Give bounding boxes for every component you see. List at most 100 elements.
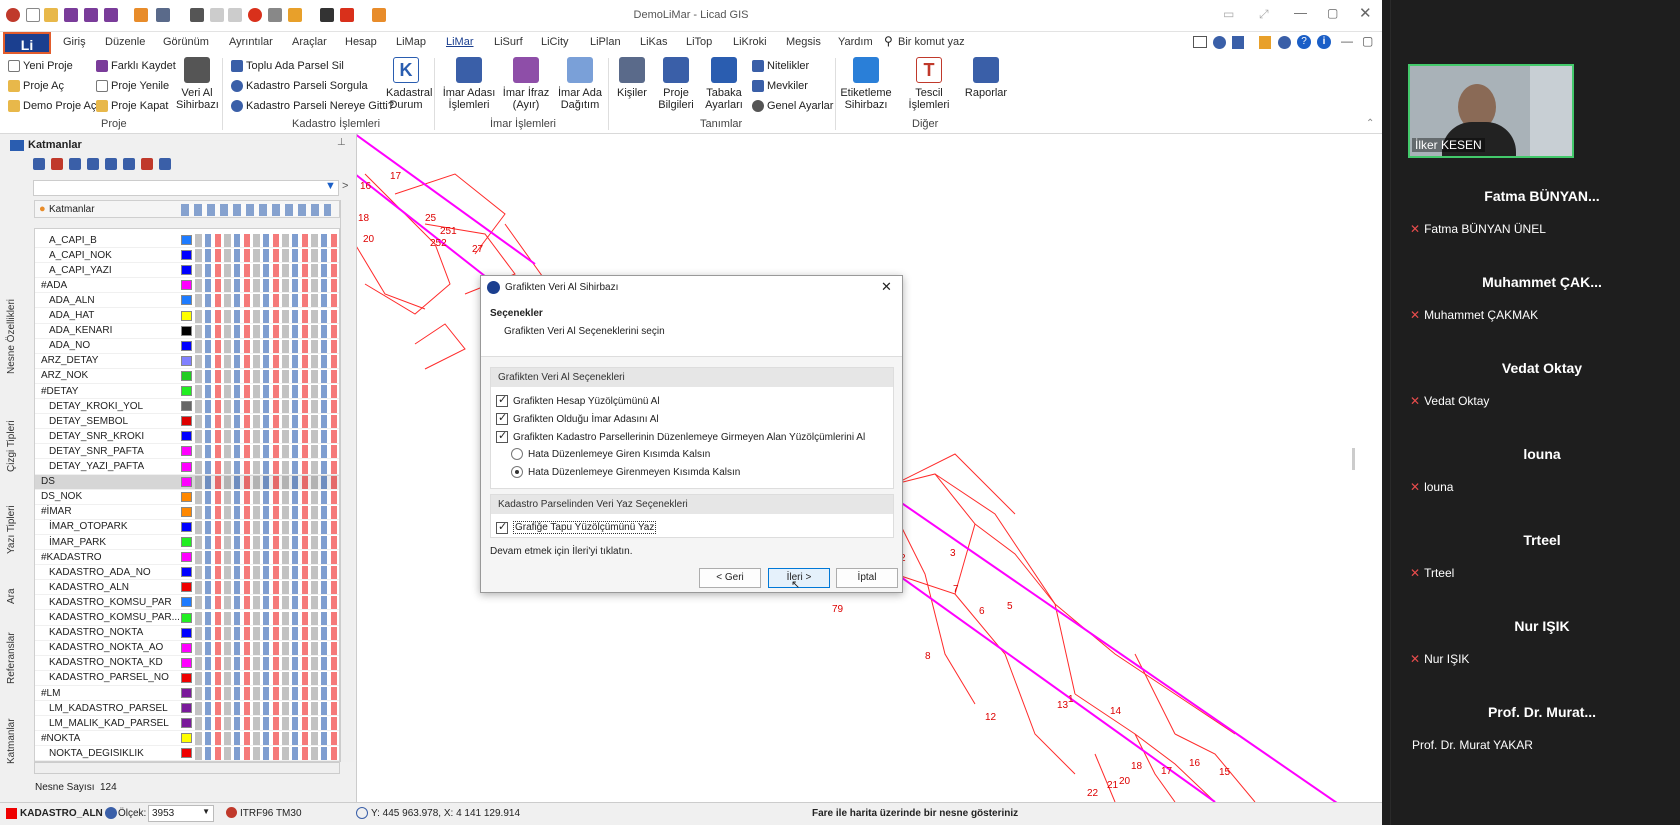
- layer-attribute-icons[interactable]: [195, 596, 339, 610]
- side-tab-referanslar[interactable]: Referanslar: [6, 632, 17, 684]
- layer-attribute-icons[interactable]: [195, 717, 339, 731]
- document-icon[interactable]: [1232, 36, 1244, 49]
- layer-attribute-icons[interactable]: [195, 400, 339, 414]
- layer-filter-input[interactable]: [33, 180, 339, 196]
- layer-list-hscrollbar[interactable]: [34, 762, 340, 774]
- participant-row[interactable]: ✕ Muhammet ÇAKMAK: [1410, 308, 1538, 322]
- layer-row[interactable]: İMAR_PARK: [35, 535, 339, 550]
- users-icon[interactable]: [1213, 36, 1226, 49]
- funnel-icon[interactable]: ▼: [325, 180, 336, 192]
- yeni-proje-button[interactable]: Yeni Proje: [8, 57, 73, 75]
- layer-row[interactable]: #İMAR: [35, 505, 339, 520]
- layer-color-swatch[interactable]: [181, 265, 192, 276]
- participant-row[interactable]: ✕ louna: [1410, 480, 1453, 494]
- calendar-icon[interactable]: [1259, 36, 1271, 49]
- layer-row[interactable]: A_CAPI_YAZI: [35, 263, 339, 279]
- tabaka-ayarlari-button[interactable]: Tabaka Ayarları: [702, 57, 746, 111]
- side-tab-katmanlar[interactable]: Katmanlar: [6, 718, 17, 764]
- layer-color-swatch[interactable]: [181, 748, 192, 759]
- radio-hata-giren[interactable]: Hata Düzenlemeye Giren Kısımda Kalsın: [511, 448, 710, 460]
- kadastral-durum-button[interactable]: K Kadastral Durum: [386, 57, 432, 111]
- participant-row[interactable]: ✕ Vedat Oktay: [1410, 394, 1489, 408]
- participant-row[interactable]: Prof. Dr. Murat YAKAR: [1412, 738, 1533, 752]
- tab-likroki[interactable]: LiKroki: [733, 36, 767, 48]
- layer-color-swatch[interactable]: [181, 295, 192, 306]
- layer-color-swatch[interactable]: [181, 718, 192, 729]
- layer-attribute-icons[interactable]: [195, 294, 339, 308]
- raporlar-button[interactable]: Raporlar: [964, 57, 1008, 99]
- layer-up-icon[interactable]: [69, 158, 81, 170]
- nitelikler-button[interactable]: Nitelikler: [752, 57, 809, 75]
- layer-color-swatch[interactable]: [181, 567, 192, 578]
- side-tab-yazi-tipleri[interactable]: Yazı Tipleri: [6, 505, 17, 554]
- layer-row[interactable]: #KADASTRO: [35, 550, 339, 566]
- demo-proje-ac-button[interactable]: Demo Proje Aç: [8, 97, 96, 115]
- participant-row[interactable]: ✕ Nur IŞIK: [1410, 652, 1469, 666]
- genel-ayarlar-button[interactable]: Genel Ayarlar: [752, 97, 833, 115]
- ribbon-close-icon[interactable]: ▢: [1362, 34, 1373, 48]
- layer-color-swatch[interactable]: [181, 627, 192, 638]
- layer-row[interactable]: #LM: [35, 686, 339, 701]
- checkbox[interactable]: [496, 429, 508, 443]
- layer-row[interactable]: DETAY_SNR_KROKI: [35, 429, 339, 445]
- radio-button[interactable]: [511, 466, 523, 478]
- layer-row[interactable]: ADA_NO: [35, 339, 339, 354]
- imar-ada-dagitim-button[interactable]: İmar Ada Dağıtım: [556, 57, 604, 111]
- layer-attribute-icons[interactable]: [195, 611, 339, 625]
- layer-color-swatch[interactable]: [181, 431, 192, 442]
- layer-attribute-icons[interactable]: [195, 385, 339, 398]
- layer-attribute-icons[interactable]: [195, 369, 339, 383]
- layer-color-swatch[interactable]: [181, 386, 192, 396]
- option-hesap-yuzolcumu[interactable]: Grafikten Hesap Yüzölçümünü Al: [496, 393, 660, 407]
- layer-options-icon[interactable]: [123, 158, 135, 170]
- layer-row[interactable]: ADA_ALN: [35, 293, 339, 309]
- layer-color-swatch[interactable]: [181, 597, 192, 608]
- layer-attribute-icons[interactable]: [195, 551, 339, 565]
- layer-color-swatch[interactable]: [181, 401, 192, 412]
- layer-attribute-icons[interactable]: [195, 279, 339, 293]
- layer-attribute-icons[interactable]: [195, 687, 339, 700]
- layer-row[interactable]: ARZ_NOK: [35, 369, 339, 384]
- layer-row[interactable]: KADASTRO_NOKTA: [35, 626, 339, 641]
- info-icon[interactable]: ?: [1297, 35, 1311, 49]
- tab-limar[interactable]: LiMar: [446, 36, 474, 48]
- layer-attribute-icons[interactable]: [195, 309, 339, 323]
- expand-arrow-icon[interactable]: >: [342, 180, 348, 192]
- layer-attribute-icons[interactable]: [195, 324, 339, 338]
- tab-yardim[interactable]: Yardım: [838, 36, 873, 48]
- layer-color-swatch[interactable]: [181, 672, 192, 683]
- layer-attribute-icons[interactable]: [195, 747, 339, 761]
- layer-row[interactable]: DS_NOK: [35, 490, 339, 505]
- checkbox[interactable]: [496, 520, 508, 534]
- pin-icon[interactable]: ⊥: [337, 137, 346, 148]
- layer-attribute-icons[interactable]: [195, 520, 339, 534]
- layer-attribute-icons[interactable]: [195, 415, 339, 429]
- layer-color-swatch[interactable]: [181, 280, 192, 291]
- radio-button[interactable]: [511, 448, 523, 460]
- presenter-video[interactable]: İlker KESEN: [1408, 64, 1574, 158]
- layer-attribute-icons[interactable]: [195, 475, 339, 489]
- layer-row[interactable]: KADASTRO_ADA_NO: [35, 565, 339, 581]
- participant-row[interactable]: ✕ Fatma BÜNYAN ÜNEL: [1410, 222, 1546, 236]
- layer-attribute-icons[interactable]: [195, 339, 339, 353]
- layer-color-swatch[interactable]: [181, 461, 192, 472]
- layer-color-swatch[interactable]: [181, 491, 192, 502]
- proje-ac-button[interactable]: Proje Aç: [8, 77, 64, 95]
- crs-label[interactable]: ITRF96 TM30: [240, 808, 302, 819]
- tab-ayrintilar[interactable]: Ayrıntılar: [229, 36, 273, 48]
- layer-attribute-icons[interactable]: [195, 671, 339, 685]
- tab-liplan[interactable]: LiPlan: [590, 36, 621, 48]
- imar-ifraz-button[interactable]: İmar İfraz (Ayır): [502, 57, 550, 111]
- layer-row[interactable]: KADASTRO_KOMSU_PAR...: [35, 611, 339, 626]
- layer-attribute-icons[interactable]: [195, 581, 339, 595]
- layer-color-swatch[interactable]: [181, 325, 192, 336]
- about-icon[interactable]: i: [1317, 35, 1331, 49]
- resize-handle[interactable]: [1352, 448, 1355, 470]
- option-imar-adasi[interactable]: Grafikten Olduğu İmar Adasını Al: [496, 411, 659, 425]
- layer-filter-icon[interactable]: [105, 158, 117, 170]
- proje-bilgileri-button[interactable]: Proje Bilgileri: [656, 57, 696, 111]
- layer-row[interactable]: NOKTA_DEGISIKLIK: [35, 746, 339, 761]
- participant-row[interactable]: ✕ Trteel: [1410, 566, 1454, 580]
- farkli-kaydet-button[interactable]: Farklı Kaydet: [96, 57, 176, 75]
- proje-yenile-button[interactable]: Proje Yenile: [96, 77, 169, 95]
